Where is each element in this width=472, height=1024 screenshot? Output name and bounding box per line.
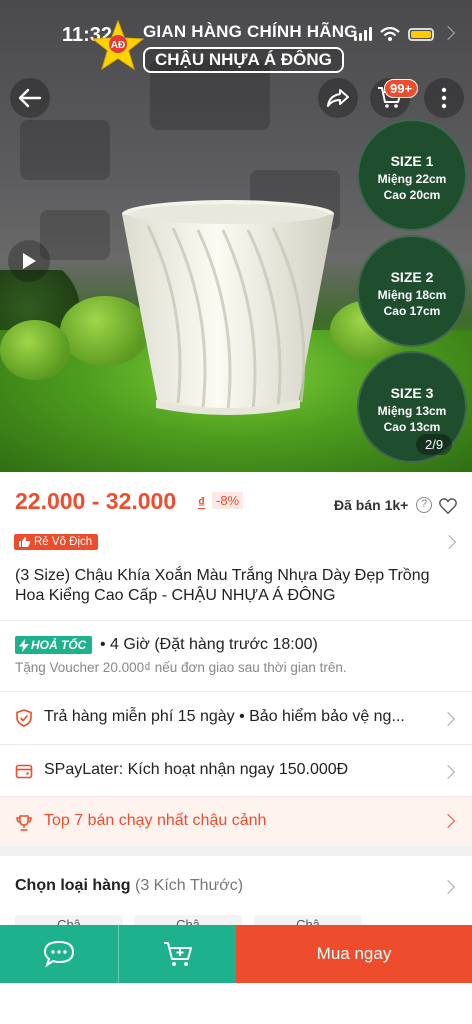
express-delivery-badge: HOẢ TỐC xyxy=(15,636,93,654)
home-indicator-area xyxy=(0,983,472,1024)
spaylater-text: SPayLater: Kích hoạt nhận ngay 150.000Đ xyxy=(44,761,349,778)
price-range: 22.000 - 32.000 xyxy=(15,488,177,514)
wifi-icon xyxy=(380,27,400,41)
discount-badge: -8% xyxy=(212,492,244,509)
price-row: 22.000 - 32.000 ₫ -8% Đã bán 1k+ ? xyxy=(0,480,472,524)
sold-count: Đã bán 1k+ xyxy=(334,497,409,513)
shipping-row[interactable]: HOẢ TỐC • 4 Giờ (Đặt hàng trước 18:00) T… xyxy=(0,622,472,690)
variant-count: (3 Kích Thước) xyxy=(135,877,244,894)
badge-row[interactable]: Rẻ Vô Địch xyxy=(14,532,99,552)
variant-title: Chọn loại hàng (3 Kích Thước) xyxy=(15,877,243,895)
voucher-note: Tặng Voucher 20.000₫ nếu đơn giao sau th… xyxy=(15,660,347,675)
official-store-banner: GIAN HÀNG CHÍNH HÃNG xyxy=(143,22,358,41)
cart-count-badge: 99+ xyxy=(384,79,419,98)
lightning-icon xyxy=(19,638,29,652)
white-flower-pot-image xyxy=(122,200,334,415)
battery-icon xyxy=(408,27,434,41)
product-page: SIZE 1 Miệng 22cm Cao 20cm SIZE 2 Miệng … xyxy=(0,0,472,1024)
size-2-label: SIZE 2 Miệng 18cm Cao 17cm xyxy=(357,235,467,347)
back-button[interactable] xyxy=(10,78,50,118)
thumbs-up-icon xyxy=(19,537,31,547)
more-options-button[interactable] xyxy=(424,78,464,118)
variant-selector[interactable]: Chọn loại hàng (3 Kích Thước) xyxy=(0,856,472,916)
heart-icon[interactable] xyxy=(439,497,457,515)
shield-check-icon xyxy=(16,709,32,727)
arrow-left-icon xyxy=(18,88,42,108)
play-icon xyxy=(23,253,36,269)
share-button[interactable] xyxy=(318,78,358,118)
system-icons xyxy=(354,27,434,41)
add-to-cart-button[interactable] xyxy=(118,925,236,983)
add-to-cart-icon xyxy=(163,942,192,966)
bottom-action-bar: Mua ngay xyxy=(0,925,472,983)
free-return-row[interactable]: Trả hàng miễn phí 15 ngày • Bảo hiểm bảo… xyxy=(0,692,472,744)
product-title: (3 Size) Chậu Khía Xoắn Màu Trắng Nhựa D… xyxy=(15,567,430,604)
best-price-badge: Rẻ Vô Địch xyxy=(14,534,99,550)
store-name-banner: CHẬU NHỰA Á ĐÔNG xyxy=(143,47,344,73)
best-price-label: Rẻ Vô Địch xyxy=(34,536,93,548)
spaylater-row[interactable]: SPayLater: Kích hoạt nhận ngay 150.000Đ xyxy=(0,745,472,797)
background-stone xyxy=(40,210,110,260)
svg-text:AĐ: AĐ xyxy=(111,40,125,51)
currency-symbol: ₫ xyxy=(198,494,206,510)
play-video-button[interactable] xyxy=(8,240,50,282)
variant-title-label: Chọn loại hàng xyxy=(15,877,131,894)
chat-button[interactable] xyxy=(0,925,118,983)
moss-ball xyxy=(0,320,70,380)
more-vertical-icon xyxy=(441,87,447,109)
top-seller-text: Top 7 bán chạy nhất chậu cảnh xyxy=(44,812,267,829)
chevron-right-icon[interactable] xyxy=(441,534,457,550)
chat-icon xyxy=(43,940,75,968)
free-return-text: Trả hàng miễn phí 15 ngày • Bảo hiểm bảo… xyxy=(44,708,405,725)
section-gap xyxy=(0,846,472,856)
info-icon[interactable]: ? xyxy=(416,497,432,513)
brand-logo-star: AĐ xyxy=(92,20,144,71)
trophy-icon xyxy=(16,815,32,831)
express-delivery-label: HOẢ TỐC xyxy=(31,638,87,652)
buy-now-button[interactable]: Mua ngay xyxy=(236,925,472,983)
share-icon xyxy=(327,89,349,107)
background-stone xyxy=(20,120,110,180)
image-counter: 2/9 xyxy=(416,434,453,455)
size-1-label: SIZE 1 Miệng 22cm Cao 20cm xyxy=(357,119,467,231)
divider xyxy=(0,620,472,621)
top-seller-row[interactable]: Top 7 bán chạy nhất chậu cảnh xyxy=(0,797,472,846)
wallet-icon xyxy=(15,764,33,779)
delivery-time: • 4 Giờ (Đặt hàng trước 18:00) xyxy=(100,636,318,653)
